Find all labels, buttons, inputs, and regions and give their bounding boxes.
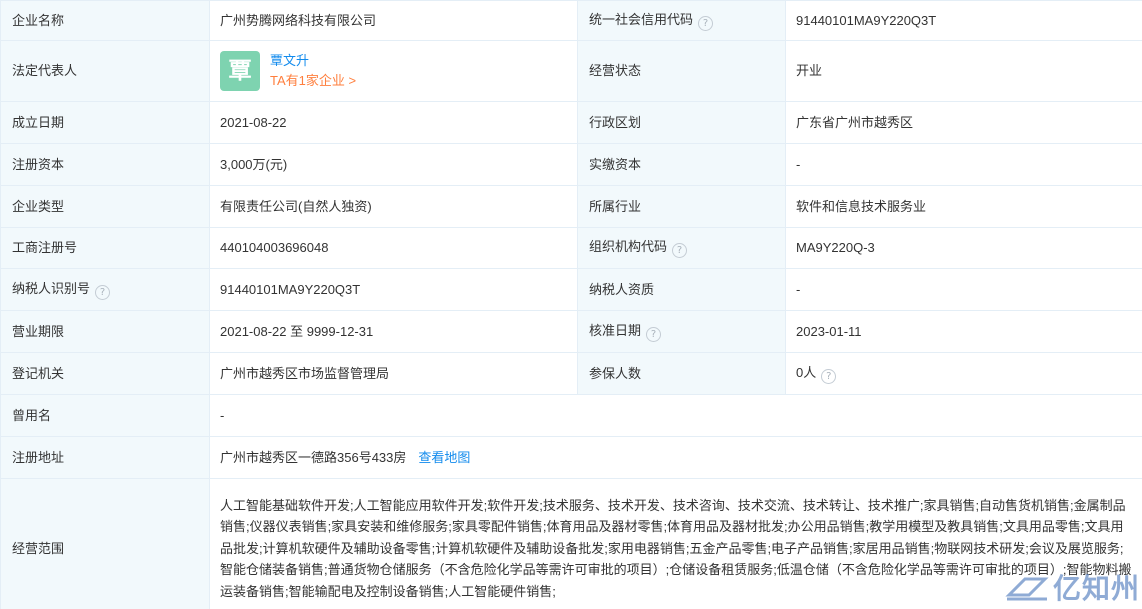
value-taxpayer-id: 91440101MA9Y220Q3T: [209, 268, 578, 311]
table-row: 经营范围 人工智能基础软件开发;人工智能应用软件开发;软件开发;技术服务、技术开…: [0, 478, 1142, 609]
label-taxpayer-qualification: 纳税人资质: [577, 268, 786, 311]
value-legal-rep: 覃 覃文升 TA有1家企业 >: [209, 40, 578, 102]
table-row: 登记机关 广州市越秀区市场监督管理局 参保人数 0人?: [0, 352, 1142, 395]
value-registration-authority: 广州市越秀区市场监督管理局: [209, 352, 578, 395]
value-insured-count: 0人?: [785, 352, 1142, 395]
value-org-code: MA9Y220Q-3: [785, 227, 1142, 269]
legal-rep-text: 覃文升 TA有1家企业 >: [270, 51, 356, 91]
label-registered-capital: 注册资本: [0, 143, 210, 186]
legal-rep-name-link[interactable]: 覃文升: [270, 51, 356, 71]
value-business-term: 2021-08-22 至 9999-12-31: [209, 310, 578, 353]
table-row: 注册地址 广州市越秀区一德路356号433房 查看地图: [0, 436, 1142, 479]
help-icon[interactable]: ?: [672, 243, 688, 258]
value-reg-number: 440104003696048: [209, 227, 578, 269]
table-row: 法定代表人 覃 覃文升 TA有1家企业 > 经营状态 开业: [0, 40, 1142, 102]
label-business-scope: 经营范围: [0, 478, 210, 609]
label-region: 行政区划: [577, 101, 786, 144]
value-company-type: 有限责任公司(自然人独资): [209, 185, 578, 228]
company-info-table: 企业名称 广州势腾网络科技有限公司 统一社会信用代码? 91440101MA9Y…: [0, 0, 1142, 609]
label-credit-code: 统一社会信用代码?: [577, 0, 786, 41]
value-credit-code: 91440101MA9Y220Q3T: [785, 0, 1142, 41]
value-former-name: -: [209, 394, 1142, 437]
value-registered-capital: 3,000万(元): [209, 143, 578, 186]
view-map-link[interactable]: 查看地图: [418, 450, 470, 465]
table-row: 纳税人识别号? 91440101MA9Y220Q3T 纳税人资质 -: [0, 268, 1142, 311]
label-org-code-text: 组织机构代码: [589, 239, 668, 254]
value-registered-address: 广州市越秀区一德路356号433房 查看地图: [209, 436, 1142, 479]
label-paid-capital: 实缴资本: [577, 143, 786, 186]
label-taxpayer-id-text: 纳税人识别号: [12, 280, 91, 296]
table-row: 企业类型 有限责任公司(自然人独资) 所属行业 软件和信息技术服务业: [0, 185, 1142, 228]
label-business-term: 营业期限: [0, 310, 210, 353]
label-company-name: 企业名称: [0, 0, 210, 41]
value-registered-address-text: 广州市越秀区一德路356号433房: [220, 449, 407, 465]
label-credit-code-text: 统一社会信用代码: [589, 11, 694, 27]
value-insured-count-text: 0人: [796, 364, 817, 380]
value-industry: 软件和信息技术服务业: [785, 185, 1142, 228]
value-paid-capital: -: [785, 143, 1142, 186]
label-insured-count: 参保人数: [577, 352, 786, 395]
value-founded-date: 2021-08-22: [209, 101, 578, 144]
value-status: 开业: [785, 40, 1142, 102]
label-founded-date: 成立日期: [0, 101, 210, 144]
table-row: 工商注册号 440104003696048 组织机构代码? MA9Y220Q-3: [0, 227, 1142, 269]
label-org-code: 组织机构代码?: [577, 227, 786, 269]
avatar[interactable]: 覃: [220, 51, 260, 91]
value-region: 广东省广州市越秀区: [785, 101, 1142, 144]
help-icon[interactable]: ?: [95, 284, 111, 300]
value-company-name: 广州势腾网络科技有限公司: [209, 0, 578, 41]
help-icon[interactable]: ?: [698, 15, 714, 31]
label-registered-address: 注册地址: [0, 436, 210, 479]
label-former-name: 曾用名: [0, 394, 210, 437]
label-reg-number: 工商注册号: [0, 227, 210, 269]
label-company-type: 企业类型: [0, 185, 210, 228]
table-row: 营业期限 2021-08-22 至 9999-12-31 核准日期? 2023-…: [0, 310, 1142, 353]
label-industry: 所属行业: [577, 185, 786, 228]
label-status: 经营状态: [577, 40, 786, 102]
label-approval-date-text: 核准日期: [589, 322, 642, 338]
value-business-scope: 人工智能基础软件开发;人工智能应用软件开发;软件开发;技术服务、技术开发、技术咨…: [209, 478, 1142, 609]
label-approval-date: 核准日期?: [577, 310, 786, 353]
value-approval-date: 2023-01-11: [785, 310, 1142, 353]
table-row: 成立日期 2021-08-22 行政区划 广东省广州市越秀区: [0, 101, 1142, 144]
label-taxpayer-id: 纳税人识别号?: [0, 268, 210, 311]
table-row: 曾用名 -: [0, 394, 1142, 437]
help-icon[interactable]: ?: [821, 368, 837, 384]
table-row: 注册资本 3,000万(元) 实缴资本 -: [0, 143, 1142, 186]
value-taxpayer-qualification: -: [785, 268, 1142, 311]
legal-rep-companies-link[interactable]: TA有1家企业 >: [270, 71, 356, 91]
label-registration-authority: 登记机关: [0, 352, 210, 395]
help-icon[interactable]: ?: [646, 326, 662, 342]
legal-rep-card: 覃 覃文升 TA有1家企业 >: [220, 51, 567, 91]
table-row: 企业名称 广州势腾网络科技有限公司 统一社会信用代码? 91440101MA9Y…: [0, 0, 1142, 41]
label-legal-rep: 法定代表人: [0, 40, 210, 102]
